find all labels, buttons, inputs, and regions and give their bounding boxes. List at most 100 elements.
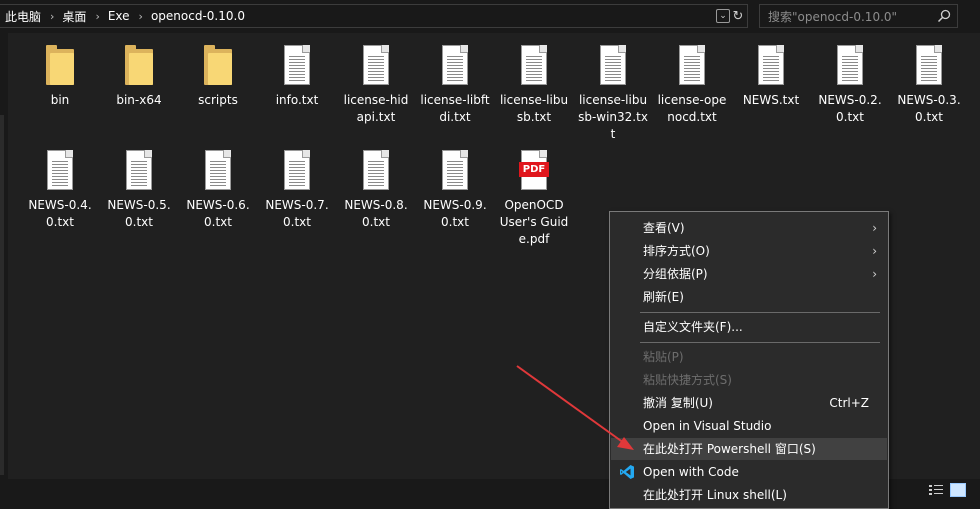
large-icons-view-icon[interactable] bbox=[950, 483, 966, 497]
menu-separator bbox=[640, 312, 880, 313]
file-name: NEWS-0.9.0.txt bbox=[423, 198, 487, 229]
text-file-icon bbox=[830, 44, 870, 88]
file-item-info[interactable]: info.txt bbox=[262, 44, 332, 109]
menu-item-label: 在此处打开 Powershell 窗口(S) bbox=[643, 442, 816, 456]
search-input[interactable]: 搜索"openocd-0.10.0" bbox=[759, 4, 958, 28]
chevron-right-icon[interactable]: › bbox=[137, 10, 145, 23]
menu-item-group[interactable]: 分组依据(P) › bbox=[611, 263, 887, 285]
breadcrumb-current-folder[interactable]: openocd-0.10.0 bbox=[145, 9, 252, 23]
menu-item-open-with-code[interactable]: Open with Code bbox=[611, 461, 887, 483]
file-item-news-0.9.0[interactable]: NEWS-0.9.0.txt bbox=[420, 149, 490, 231]
chevron-right-icon[interactable]: › bbox=[93, 10, 101, 23]
file-item-news-0.6.0[interactable]: NEWS-0.6.0.txt bbox=[183, 149, 253, 231]
breadcrumb-desktop[interactable]: 桌面 bbox=[56, 8, 93, 25]
folder-icon bbox=[198, 44, 238, 88]
file-name: NEWS-0.8.0.txt bbox=[344, 198, 408, 229]
menu-item-label: Open in Visual Studio bbox=[643, 419, 772, 433]
navigation-pane-scrollbar[interactable] bbox=[0, 115, 4, 475]
text-file-icon bbox=[435, 44, 475, 88]
file-name: NEWS-0.7.0.txt bbox=[265, 198, 329, 229]
folder-item-bin-x64[interactable]: bin-x64 bbox=[104, 44, 174, 109]
menu-item-view[interactable]: 查看(V) › bbox=[611, 217, 887, 239]
file-name: NEWS-0.2.0.txt bbox=[818, 93, 882, 124]
file-name: license-hidapi.txt bbox=[343, 93, 409, 124]
text-file-icon bbox=[277, 149, 317, 193]
text-file-icon bbox=[514, 44, 554, 88]
menu-item-label: 排序方式(O) bbox=[643, 244, 710, 258]
file-name: NEWS-0.3.0.txt bbox=[897, 93, 961, 124]
menu-item-label: 在此处打开 Linux shell(L) bbox=[643, 488, 787, 502]
file-name: bin-x64 bbox=[116, 93, 162, 107]
file-name: NEWS.txt bbox=[742, 93, 800, 107]
file-name: license-libusb.txt bbox=[499, 93, 569, 124]
menu-item-paste: 粘贴(P) bbox=[611, 346, 887, 368]
file-item-news-0.7.0[interactable]: NEWS-0.7.0.txt bbox=[262, 149, 332, 231]
menu-item-open-in-visual-studio[interactable]: Open in Visual Studio bbox=[611, 415, 887, 437]
text-file-icon bbox=[198, 149, 238, 193]
menu-item-label: 粘贴(P) bbox=[643, 350, 684, 364]
pdf-file-icon: PDF bbox=[514, 149, 554, 193]
text-file-icon bbox=[277, 44, 317, 88]
file-item-license-libusb-win32[interactable]: license-libusb-win32.txt bbox=[578, 44, 648, 143]
chevron-right-icon[interactable]: › bbox=[48, 10, 56, 23]
file-item-license-openocd[interactable]: license-openocd.txt bbox=[657, 44, 727, 126]
file-item-news-0.8.0[interactable]: NEWS-0.8.0.txt bbox=[341, 149, 411, 231]
file-item-license-libftdi[interactable]: license-libftdi.txt bbox=[420, 44, 490, 126]
folder-item-bin[interactable]: bin bbox=[25, 44, 95, 109]
chevron-right-icon: › bbox=[872, 244, 877, 258]
file-name: NEWS-0.4.0.txt bbox=[28, 198, 92, 229]
file-item-news-0.4.0[interactable]: NEWS-0.4.0.txt bbox=[25, 149, 95, 231]
file-name: scripts bbox=[198, 93, 238, 107]
menu-item-customize-folder[interactable]: 自定义文件夹(F)... bbox=[611, 316, 887, 338]
menu-item-label: Open with Code bbox=[643, 465, 739, 479]
file-name: info.txt bbox=[275, 93, 319, 107]
menu-item-open-powershell[interactable]: 在此处打开 Powershell 窗口(S) bbox=[611, 438, 887, 460]
menu-item-undo-copy[interactable]: 撤消 复制(U) Ctrl+Z bbox=[611, 392, 887, 414]
file-item-news-0.5.0[interactable]: NEWS-0.5.0.txt bbox=[104, 149, 174, 231]
details-view-icon[interactable] bbox=[928, 484, 944, 496]
address-dropdown-icon[interactable]: ⌄ bbox=[716, 9, 730, 23]
folder-icon bbox=[40, 44, 80, 88]
chevron-right-icon: › bbox=[872, 267, 877, 281]
pdf-badge: PDF bbox=[519, 162, 549, 177]
search-placeholder: 搜索"openocd-0.10.0" bbox=[768, 9, 898, 24]
menu-item-label: 粘贴快捷方式(S) bbox=[643, 373, 732, 387]
refresh-icon[interactable]: ↻ bbox=[731, 7, 745, 25]
menu-item-paste-shortcut: 粘贴快捷方式(S) bbox=[611, 369, 887, 391]
file-item-news-0.2.0[interactable]: NEWS-0.2.0.txt bbox=[815, 44, 885, 126]
file-name: NEWS-0.5.0.txt bbox=[107, 198, 171, 229]
text-file-icon bbox=[119, 149, 159, 193]
file-item-openocd-guide-pdf[interactable]: PDF OpenOCD User's Guide.pdf bbox=[499, 149, 569, 248]
text-file-icon bbox=[356, 149, 396, 193]
file-item-news[interactable]: NEWS.txt bbox=[736, 44, 806, 109]
file-item-license-libusb[interactable]: license-libusb.txt bbox=[499, 44, 569, 126]
menu-item-refresh[interactable]: 刷新(E) bbox=[611, 286, 887, 308]
file-item-license-hidapi[interactable]: license-hidapi.txt bbox=[341, 44, 411, 126]
menu-item-sort[interactable]: 排序方式(O) › bbox=[611, 240, 887, 262]
address-bar[interactable]: 此电脑 › 桌面 › Exe › openocd-0.10.0 ⌄ ↻ bbox=[0, 4, 748, 28]
search-icon[interactable] bbox=[937, 9, 951, 23]
menu-item-label: 分组依据(P) bbox=[643, 267, 708, 281]
context-menu: 查看(V) › 排序方式(O) › 分组依据(P) › 刷新(E) 自定义文件夹… bbox=[609, 211, 889, 509]
chevron-right-icon: › bbox=[872, 221, 877, 235]
vscode-icon bbox=[620, 465, 634, 479]
breadcrumb-exe[interactable]: Exe bbox=[102, 9, 137, 23]
navigation-pane bbox=[0, 33, 8, 479]
menu-item-label: 撤消 复制(U) bbox=[643, 396, 713, 410]
file-name: OpenOCD User's Guide.pdf bbox=[499, 198, 569, 246]
folder-item-scripts[interactable]: scripts bbox=[183, 44, 253, 109]
text-file-icon bbox=[40, 149, 80, 193]
breadcrumb-this-pc[interactable]: 此电脑 bbox=[0, 8, 48, 25]
menu-item-open-linux-shell[interactable]: 在此处打开 Linux shell(L) bbox=[611, 484, 887, 506]
text-file-icon bbox=[356, 44, 396, 88]
text-file-icon bbox=[435, 149, 475, 193]
menu-item-label: 自定义文件夹(F)... bbox=[643, 320, 743, 334]
text-file-icon bbox=[751, 44, 791, 88]
file-name: license-libusb-win32.txt bbox=[578, 93, 648, 141]
menu-item-shortcut: Ctrl+Z bbox=[829, 396, 869, 410]
file-item-news-0.3.0[interactable]: NEWS-0.3.0.txt bbox=[894, 44, 964, 126]
menu-item-label: 查看(V) bbox=[643, 221, 685, 235]
toolbar: 此电脑 › 桌面 › Exe › openocd-0.10.0 ⌄ ↻ 搜索"o… bbox=[0, 0, 980, 33]
text-file-icon bbox=[909, 44, 949, 88]
file-name: NEWS-0.6.0.txt bbox=[186, 198, 250, 229]
